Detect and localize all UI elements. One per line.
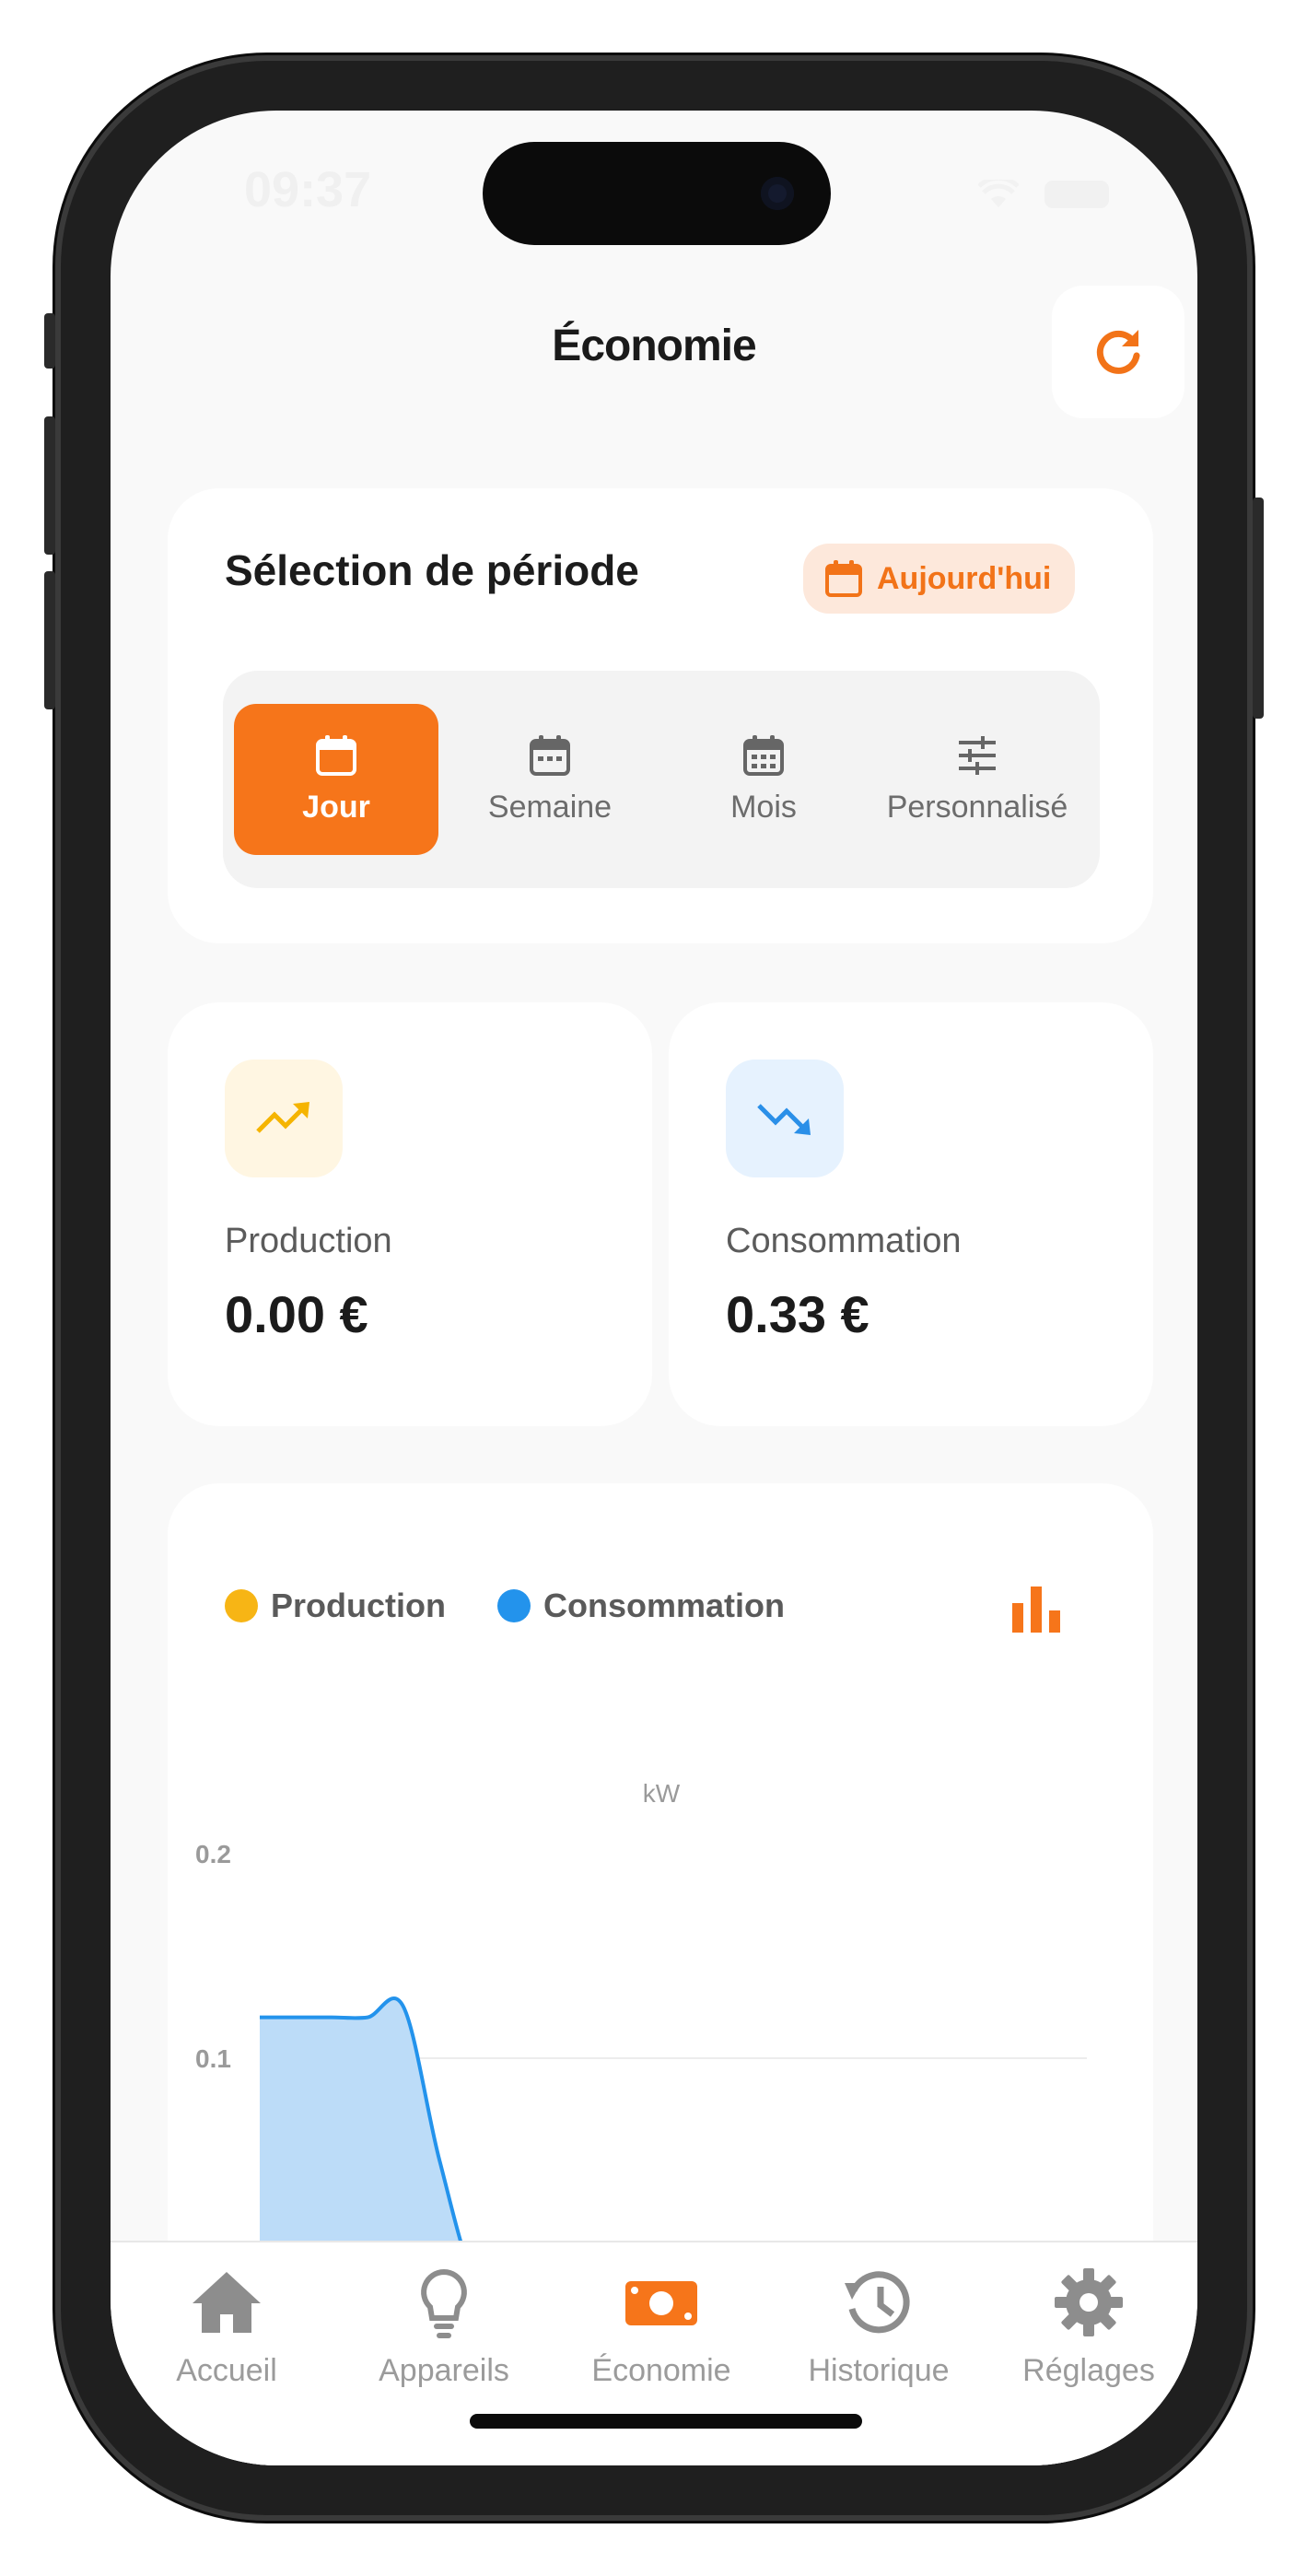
home-indicator: [470, 2414, 862, 2429]
production-label: Production: [225, 1222, 392, 1260]
period-option-label: Jour: [302, 790, 370, 825]
volume-down-button: [44, 571, 55, 709]
gear-icon: [1055, 2268, 1123, 2336]
consumption-card: Consommation 0.33 €: [669, 1002, 1153, 1426]
tab-label: Historique: [808, 2353, 950, 2388]
today-button[interactable]: Aujourd'hui: [803, 544, 1076, 614]
consumption-icon-tile: [726, 1060, 844, 1177]
tab-label: Appareils: [379, 2353, 509, 2388]
lightbulb-icon: [421, 2268, 467, 2338]
period-option-custom[interactable]: Personnalisé: [875, 704, 1079, 855]
page-title: Économie: [552, 322, 756, 370]
refresh-button[interactable]: [1052, 286, 1184, 418]
tab-devices[interactable]: Appareils: [335, 2263, 553, 2389]
period-option-label: Personnalisé: [886, 790, 1068, 825]
period-option-day[interactable]: Jour: [234, 704, 438, 855]
calendar-icon: [825, 560, 862, 597]
calendar-icon: [316, 735, 356, 776]
tab-label: Réglages: [1022, 2353, 1155, 2388]
status-time: 09:37: [244, 162, 372, 217]
period-option-month[interactable]: Mois: [661, 704, 866, 855]
y-tick-label: 0.1: [195, 2044, 231, 2073]
sliders-icon: [959, 736, 996, 775]
period-option-week[interactable]: Semaine: [448, 704, 652, 855]
production-icon-tile: [225, 1060, 343, 1177]
money-icon: [625, 2281, 697, 2325]
status-icons: [978, 180, 1109, 209]
tab-home[interactable]: Accueil: [118, 2263, 335, 2389]
consumption-label: Consommation: [726, 1222, 962, 1260]
period-option-label: Mois: [730, 790, 797, 825]
wifi-icon: [978, 180, 1019, 207]
history-icon: [845, 2271, 910, 2334]
tab-history[interactable]: Historique: [770, 2263, 987, 2389]
tab-settings[interactable]: Réglages: [980, 2263, 1197, 2389]
production-card: Production 0.00 €: [168, 1002, 652, 1426]
camera-icon: [761, 177, 794, 210]
calendar-month-icon: [743, 735, 784, 776]
y-axis-unit: kW: [643, 1779, 681, 1808]
y-tick-label: 0.2: [195, 1840, 231, 1868]
silent-switch: [44, 313, 55, 369]
tab-bar: Accueil Appareils Économie Historique Ré…: [111, 2241, 1197, 2465]
consumption-value: 0.33 €: [726, 1285, 869, 1343]
today-label: Aujourd'hui: [877, 560, 1052, 596]
period-segmented-control: Jour Semaine Mois Personnalisé: [223, 671, 1100, 888]
app-screen: 09:37 Économie Sélection de période Aujo…: [111, 111, 1197, 2465]
tab-label: Économie: [591, 2353, 731, 2388]
period-option-label: Semaine: [487, 790, 613, 825]
production-value: 0.00 €: [225, 1285, 368, 1343]
period-selection-card: Sélection de période Aujourd'hui Jour Se…: [168, 488, 1153, 943]
power-button: [1253, 498, 1264, 719]
tab-economy[interactable]: Économie: [553, 2263, 770, 2389]
trending-up-icon: [256, 1102, 309, 1133]
refresh-icon: [1096, 330, 1140, 374]
calendar-week-icon: [530, 735, 570, 776]
dynamic-island: [483, 142, 831, 245]
home-icon: [193, 2272, 261, 2333]
period-title: Sélection de période: [225, 546, 639, 594]
volume-up-button: [44, 416, 55, 555]
trending-down-icon: [757, 1104, 811, 1135]
battery-icon: [1044, 181, 1109, 208]
tab-label: Accueil: [176, 2353, 277, 2388]
